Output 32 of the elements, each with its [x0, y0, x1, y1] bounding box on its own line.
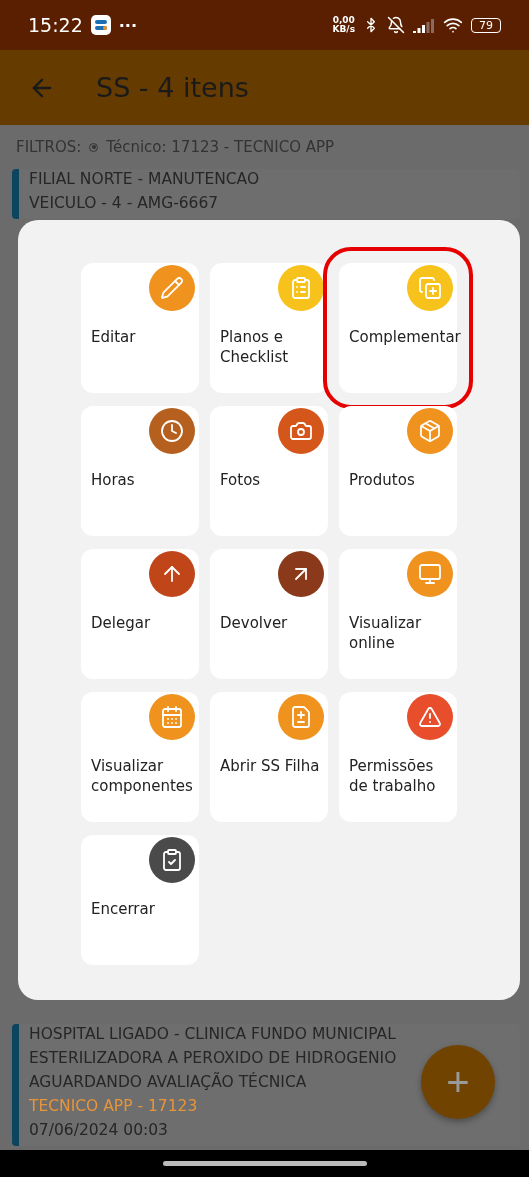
battery-level: 79: [471, 17, 501, 33]
action-tile[interactable]: Planos e Checklist: [210, 263, 328, 393]
action-tile[interactable]: Fotos: [210, 406, 328, 536]
order-line: FILIAL NORTE - MANUTENCAO: [29, 169, 260, 189]
muted-bell-icon: [387, 16, 405, 34]
status-time: 15:22: [28, 14, 83, 36]
action-tile[interactable]: Permissões de trabalho: [339, 692, 457, 822]
action-tile[interactable]: Delegar: [81, 549, 199, 679]
action-tile[interactable]: Visualizar online: [339, 549, 457, 679]
order-line: AGUARDANDO AVALIAÇÃO TÉCNICA: [29, 1072, 307, 1092]
action-tile[interactable]: Abrir SS Filha: [210, 692, 328, 822]
action-tile[interactable]: Encerrar: [81, 835, 199, 965]
net-unit: KB/s: [332, 25, 355, 34]
screen-title: SS - 4 itens: [96, 72, 249, 103]
action-tile[interactable]: Horas: [81, 406, 199, 536]
order-technician: TECNICO APP - 17123: [29, 1096, 198, 1116]
radio-dot-icon: [89, 142, 99, 152]
filters-label: FILTROS:: [16, 138, 82, 156]
signal-icon: [413, 17, 435, 33]
app-icon: [90, 15, 111, 35]
wifi-icon: [443, 15, 463, 35]
more-notifications: ···: [118, 15, 137, 35]
action-tile[interactable]: Editar: [81, 263, 199, 393]
action-tile[interactable]: Produtos: [339, 406, 457, 536]
action-tile[interactable]: Visualizar componentes: [81, 692, 199, 822]
order-line: VEICULO - 4 - AMG-6667: [29, 193, 219, 213]
order-line: ESTERILIZADORA A PEROXIDO DE HIDROGENIO: [29, 1048, 397, 1068]
order-line: HOSPITAL LIGADO - CLINICA FUNDO MUNICIPAL: [29, 1024, 396, 1044]
order-date: 07/06/2024 00:03: [29, 1120, 168, 1140]
action-tile[interactable]: Devolver: [210, 549, 328, 679]
home-indicator[interactable]: [162, 1161, 367, 1166]
net-speed: 0,00: [332, 16, 355, 25]
